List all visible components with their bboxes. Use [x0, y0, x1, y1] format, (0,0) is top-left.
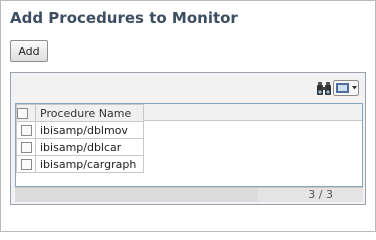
binoculars-icon[interactable] — [317, 80, 331, 96]
row-checkbox[interactable] — [20, 142, 32, 153]
view-options-icon[interactable] — [333, 80, 359, 96]
procedure-name-cell[interactable]: ibisamp/dblcar — [35, 138, 144, 156]
table-row[interactable]: ibisamp/dblcar — [16, 138, 144, 156]
dialog-frame: Add Procedures to Monitor Add Procedure … — [0, 0, 376, 232]
column-header-procedure-name[interactable]: Procedure Name — [35, 104, 144, 122]
row-checkbox[interactable] — [20, 159, 32, 170]
grid-footer: 3 / 3 — [15, 187, 363, 202]
page-count: 3 / 3 — [308, 188, 333, 201]
horizontal-scrollbar[interactable] — [15, 188, 258, 202]
procedure-name-cell[interactable]: ibisamp/cargraph — [35, 155, 144, 173]
grid-header-filler — [143, 104, 362, 121]
add-button[interactable]: Add — [10, 40, 48, 62]
row-checkbox-cell — [16, 138, 36, 156]
row-checkbox-cell — [16, 155, 36, 173]
procedure-name-cell[interactable]: ibisamp/dblmov — [35, 121, 144, 139]
panel-toolbar — [11, 73, 365, 101]
row-checkbox-cell — [16, 121, 36, 139]
row-checkbox[interactable] — [20, 125, 32, 136]
procedures-table: Procedure Name ibisamp/dblmov ibisamp/db… — [16, 104, 144, 173]
table-row[interactable]: ibisamp/dblmov — [16, 121, 144, 139]
table-header-row: Procedure Name — [16, 104, 144, 122]
table-row[interactable]: ibisamp/cargraph — [16, 155, 144, 173]
procedures-panel: Procedure Name ibisamp/dblmov ibisamp/db… — [10, 72, 366, 205]
select-all-cell — [16, 104, 36, 122]
select-all-checkbox[interactable] — [17, 108, 28, 119]
page-title: Add Procedures to Monitor — [10, 9, 238, 27]
procedures-grid: Procedure Name ibisamp/dblmov ibisamp/db… — [15, 103, 363, 187]
